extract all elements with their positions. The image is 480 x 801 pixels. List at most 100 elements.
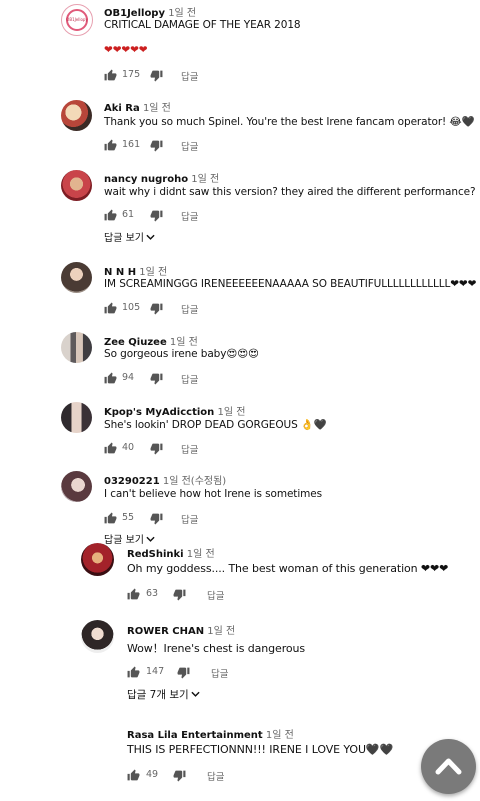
comment: nancy nugroho 1일 전 wait why i didnt saw … [0,165,480,245]
comment-actions: 147 답글 [127,666,327,680]
thumbs-up-icon[interactable] [104,69,117,82]
reply: RedShinki 1일 전 Oh my goddess.... The bes… [0,540,480,610]
comment-actions: 63 답글 [127,588,327,602]
comment-author[interactable]: Kpop's MyAdicction [104,407,214,418]
avatar[interactable] [81,620,114,653]
comment-text: She's lookin' DROP DEAD GORGEOUS 👌🖤 [104,419,327,431]
comment-actions: 94 답글 [104,372,304,386]
reply-button[interactable]: 답글 [207,588,224,602]
thumbs-up-icon[interactable] [104,209,117,222]
comment-text: CRITICAL DAMAGE OF THE YEAR 2018 [104,19,301,31]
reply-button[interactable]: 답글 [181,139,198,153]
thumbs-down-icon[interactable] [150,512,163,525]
view-replies-label: 답글 7개 보기 [127,689,189,701]
thumbs-down-icon[interactable] [150,302,163,315]
comment: Kpop's MyAdicction 1일 전 She's lookin' DR… [0,398,480,460]
like-count: 63 [146,588,159,599]
thumbs-down-icon[interactable] [150,442,163,455]
comment-author[interactable]: Rasa Lila Entertainment [127,730,263,741]
comment-time: 1일 전 [207,626,236,637]
comment-time: 1일 전 [168,8,197,19]
comment-time: 1일 전 [186,549,215,560]
comment-author[interactable]: 03290221 [104,476,160,487]
comment-time: 1일 전 [265,730,294,741]
avatar[interactable] [61,262,92,293]
thumbs-down-icon[interactable] [150,372,163,385]
like-count: 94 [122,372,135,383]
chevron-down-icon [146,233,155,244]
avatar[interactable] [61,170,92,201]
thumbs-up-icon[interactable] [104,139,117,152]
comment-text-line2: ❤❤❤❤❤ [104,44,148,56]
view-replies-label: 답글 보기 [104,233,144,244]
reply-button[interactable]: 답글 [181,442,198,456]
comment-text: Oh my goddess.... The best woman of this… [127,562,449,575]
reply-button[interactable]: 답글 [211,666,228,680]
reply-button[interactable]: 답글 [181,302,198,316]
thumbs-up-icon[interactable] [104,512,117,525]
thumbs-down-icon[interactable] [150,209,163,222]
thumbs-down-icon[interactable] [177,666,190,679]
avatar[interactable] [61,402,92,433]
comment-actions: 55 답글 [104,512,304,526]
comment-author[interactable]: OB1Jellopy [104,8,165,19]
reply: Rasa Lila Entertainment 1일 전 THIS IS PER… [0,722,480,792]
comment-author[interactable]: N N H [104,267,136,278]
thumbs-down-icon[interactable] [173,769,186,782]
comment-actions: 40 답글 [104,442,304,456]
comment-actions: 175 답글 [104,69,304,83]
like-count: 105 [122,302,141,313]
reply-button[interactable]: 답글 [181,209,198,223]
reply: ROWER CHAN 1일 전 Wow！Irene's chest is dan… [0,617,480,707]
reply-button[interactable]: 답글 [181,372,198,386]
comment-text: So gorgeous irene baby😍😍😍 [104,348,259,360]
comment-actions: 49 답글 [127,769,327,783]
view-replies-button[interactable]: 답글 보기 [104,229,155,244]
thumbs-up-icon[interactable] [127,588,140,601]
comment-actions: 161 답글 [104,139,304,153]
comment-author[interactable]: nancy nugroho [104,174,188,185]
thumbs-down-icon[interactable] [173,588,186,601]
avatar[interactable]: OB1Jellopy [61,4,93,36]
comment-time: 1일 전 [217,407,246,418]
avatar[interactable] [61,471,92,502]
like-count: 49 [146,769,159,780]
thumbs-up-icon[interactable] [104,302,117,315]
comment-actions: 61 답글 [104,209,304,223]
comment-author[interactable]: Aki Ra [104,103,140,114]
comment: N N H 1일 전 IM SCREAMINGGG IRENEEEEEENAAA… [0,258,480,320]
thumbs-up-icon[interactable] [104,372,117,385]
thumbs-down-icon[interactable] [150,139,163,152]
avatar[interactable] [81,543,114,576]
comment: Aki Ra 1일 전 Thank you so much Spinel. Yo… [0,95,480,155]
comment-author[interactable]: Zee Qiuzee [104,337,167,348]
comment-text: Wow！Irene's chest is dangerous [127,642,306,655]
chevron-down-icon [191,689,200,701]
comment-time: 1일 전 [191,174,220,185]
comment-text: I can't believe how hot Irene is sometim… [104,488,323,500]
avatar-logo-text: OB1Jellopy [66,17,88,22]
comment-text: wait why i didnt saw this version? they … [104,186,476,198]
thumbs-down-icon[interactable] [150,69,163,82]
avatar[interactable] [61,332,92,363]
view-replies-button[interactable]: 답글 7개 보기 [127,687,200,702]
reply-button[interactable]: 답글 [181,512,198,526]
comment-time: 1일 전 [142,103,171,114]
comment-text: Thank you so much Spinel. You're the bes… [104,116,475,128]
comment-author[interactable]: ROWER CHAN [127,626,204,637]
reply-button[interactable]: 답글 [207,769,224,783]
comment-text: IM SCREAMINGGG IRENEEEEEENAAAAA SO BEAUT… [104,278,477,290]
thumbs-up-icon[interactable] [127,769,140,782]
scroll-top-button[interactable] [421,739,476,794]
comment-time: 1일 전 [139,267,168,278]
comment: Zee Qiuzee 1일 전 So gorgeous irene baby😍😍… [0,328,480,390]
like-count: 161 [122,139,141,150]
thumbs-up-icon[interactable] [127,666,140,679]
avatar[interactable] [61,100,92,131]
comment-text: THIS IS PERFECTIONNN!!! IRENE I LOVE YOU… [127,743,394,756]
comment-time: 1일 전(수정됨) [162,476,227,487]
thumbs-up-icon[interactable] [104,442,117,455]
reply-button[interactable]: 답글 [181,69,198,83]
comment-author[interactable]: RedShinki [127,549,184,560]
chevron-up-icon [435,755,462,781]
